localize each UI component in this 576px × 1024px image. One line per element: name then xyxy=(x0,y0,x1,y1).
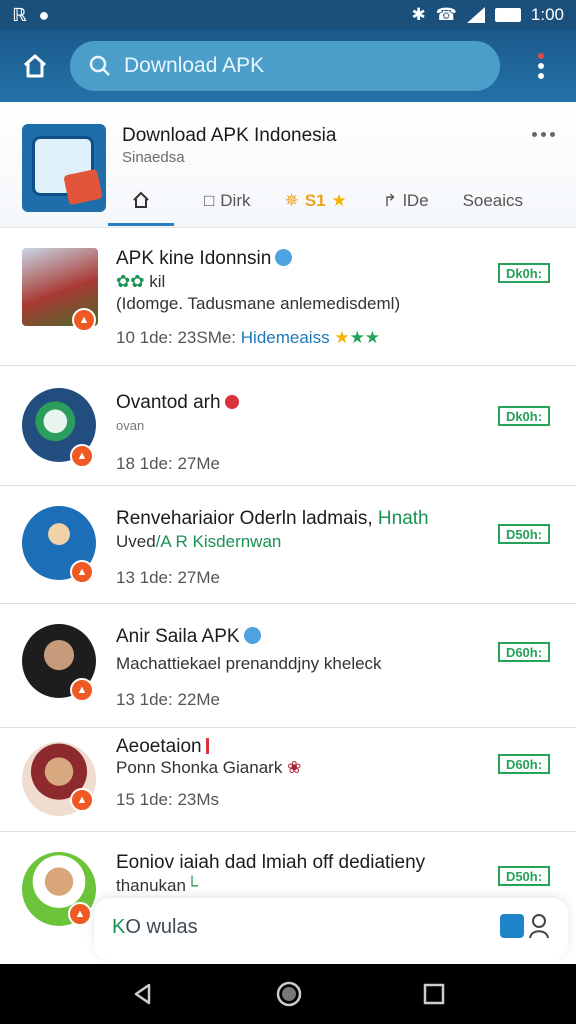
item-title: Anir Saila APK xyxy=(116,626,240,647)
flag-icon xyxy=(205,738,209,754)
battery-icon xyxy=(494,8,521,22)
home-button[interactable] xyxy=(0,30,70,102)
status-bar: ℝ ● ✱ ☎ 1:00 xyxy=(0,0,576,30)
tab-dirk-label: Dirk xyxy=(220,191,251,210)
item-link[interactable]: Hidemeaiss xyxy=(241,328,330,347)
feed-list: ▲ APK kine Idonnsin ✿✿ kil (Idomge. Tadu… xyxy=(0,230,576,972)
signal-icon xyxy=(466,7,485,23)
channel-subtitle: Sinaedsa xyxy=(122,149,185,166)
item-title: APK kine Idonnsin xyxy=(116,248,272,269)
app-shortcut-icon[interactable] xyxy=(500,914,524,938)
status-time: 1:00 xyxy=(530,5,564,24)
search-icon xyxy=(89,55,110,76)
download-badge-icon: ▲ xyxy=(70,678,94,702)
list-item[interactable]: ▲ Aeoetaion Ponn Shonka Gianark ❀ 15 1de… xyxy=(0,728,576,832)
star-icon: ★ xyxy=(334,328,350,347)
list-item[interactable]: ▲ APK kine Idonnsin ✿✿ kil (Idomge. Tadu… xyxy=(0,230,576,366)
star-icon: ★ xyxy=(331,191,347,210)
vibrate-icon: ☎ xyxy=(435,5,457,24)
download-count-badge: D50h: xyxy=(498,866,550,886)
tab-soeaics[interactable]: Soeaics xyxy=(463,176,523,226)
tab-s1-label: S1 xyxy=(304,191,326,210)
tab-soeaics-label: Soeaics xyxy=(462,191,524,210)
channel-logo xyxy=(22,124,106,212)
home-nav-icon[interactable] xyxy=(276,981,302,1007)
home-icon xyxy=(23,54,47,78)
item-title: Ovantod arh xyxy=(116,392,221,413)
floating-action-bar: KO wulas xyxy=(94,898,568,960)
float-label[interactable]: O wulas xyxy=(125,916,197,938)
item-meta: 13 1de: 22Me xyxy=(116,690,220,709)
check-icon: └ xyxy=(185,876,198,895)
float-label-accent: K xyxy=(112,916,126,938)
item-meta: 15 1de: 23Ms xyxy=(116,790,220,809)
leaf-icon: ✿✿ xyxy=(116,272,150,291)
download-badge-icon: ▲ xyxy=(70,788,94,812)
download-count-badge: Dk0h: xyxy=(498,263,550,283)
messenger-icon: ● xyxy=(38,4,50,25)
list-item[interactable]: ▲ Renvehariaior Oderln ladmais, Hnath Uv… xyxy=(0,486,576,604)
search-input[interactable]: Download APK xyxy=(70,41,500,91)
item-meta: 10 1de: 23SMe: xyxy=(116,328,237,347)
user-icon[interactable] xyxy=(528,913,550,939)
item-title: Aeoetaion xyxy=(116,736,202,757)
item-meta: 18 1de: 27Me xyxy=(116,454,220,473)
channel-more-button[interactable] xyxy=(532,132,555,137)
download-badge-icon: ▲ xyxy=(72,308,96,332)
tab-share-label: lDe xyxy=(403,191,429,210)
item-subtitle: Machattiekael prenanddjny kheleck xyxy=(116,654,382,673)
verified-icon xyxy=(243,627,261,644)
item-title: Eoniov iaiah dad lmiah off dediatieny xyxy=(116,852,426,873)
download-count-badge: D60h: xyxy=(498,642,550,662)
app-bar: Download APK xyxy=(0,30,576,102)
home-icon xyxy=(133,191,149,208)
flower-icon: ❀ xyxy=(287,758,302,777)
list-item[interactable]: ▲ Anir Saila APK Machattiekael prenanddj… xyxy=(0,604,576,728)
item-subtitle: Uved xyxy=(116,532,156,551)
list-item[interactable]: ▲ Ovantod arh ovan 18 1de: 27Me Dk0h: xyxy=(0,366,576,486)
hot-icon xyxy=(224,395,239,409)
item-subtitle: ovan xyxy=(116,418,145,433)
item-subtitle-highlight: A R Kisdernwan xyxy=(160,532,282,551)
tab-home[interactable] xyxy=(108,176,174,226)
chat-icon: □ xyxy=(204,191,215,210)
back-icon[interactable] xyxy=(131,982,155,1006)
verified-icon xyxy=(275,249,293,266)
tab-share[interactable]: ↱ lDe xyxy=(383,176,429,226)
system-nav-bar xyxy=(0,964,576,1024)
item-subtitle: kil xyxy=(149,272,166,291)
item-title: Renvehariaior Oderln ladmais, xyxy=(116,508,373,529)
download-badge-icon: ▲ xyxy=(68,902,92,926)
sparkle-icon: ✵ xyxy=(284,191,299,210)
star-green-icon: ★★ xyxy=(349,328,381,347)
item-subtitle: thanukan xyxy=(116,876,186,895)
tab-s1[interactable]: ✵ S1 ★ xyxy=(285,176,347,226)
item-title-highlight: Hnath xyxy=(377,508,429,529)
item-meta: 13 1de: 27Me xyxy=(116,568,220,587)
download-badge-icon: ▲ xyxy=(70,444,94,468)
download-badge-icon: ▲ xyxy=(70,560,94,584)
notification-icon: ℝ xyxy=(12,4,27,25)
bluetooth-icon: ✱ xyxy=(411,5,426,24)
item-subtitle: Ponn Shonka Gianark xyxy=(116,758,283,777)
download-count-badge: Dk0h: xyxy=(498,406,550,426)
download-count-badge: D50h: xyxy=(498,524,550,544)
download-count-badge: D60h: xyxy=(498,754,550,774)
overflow-menu-button[interactable] xyxy=(526,46,556,86)
search-value: Download APK xyxy=(124,54,265,77)
channel-tabs: □ Dirk ✵ S1 ★ ↱ lDe Soeaics xyxy=(108,176,576,226)
item-description: (Idomge. Tadusmane anlemedisdeml) xyxy=(116,294,401,313)
tab-dirk[interactable]: □ Dirk xyxy=(204,176,251,226)
channel-title: Download APK Indonesia xyxy=(122,125,337,146)
share-icon: ↱ xyxy=(382,191,398,210)
screen: ℝ ● ✱ ☎ 1:00 Download APK Download APK I… xyxy=(0,0,576,1024)
recents-icon[interactable] xyxy=(423,983,445,1005)
